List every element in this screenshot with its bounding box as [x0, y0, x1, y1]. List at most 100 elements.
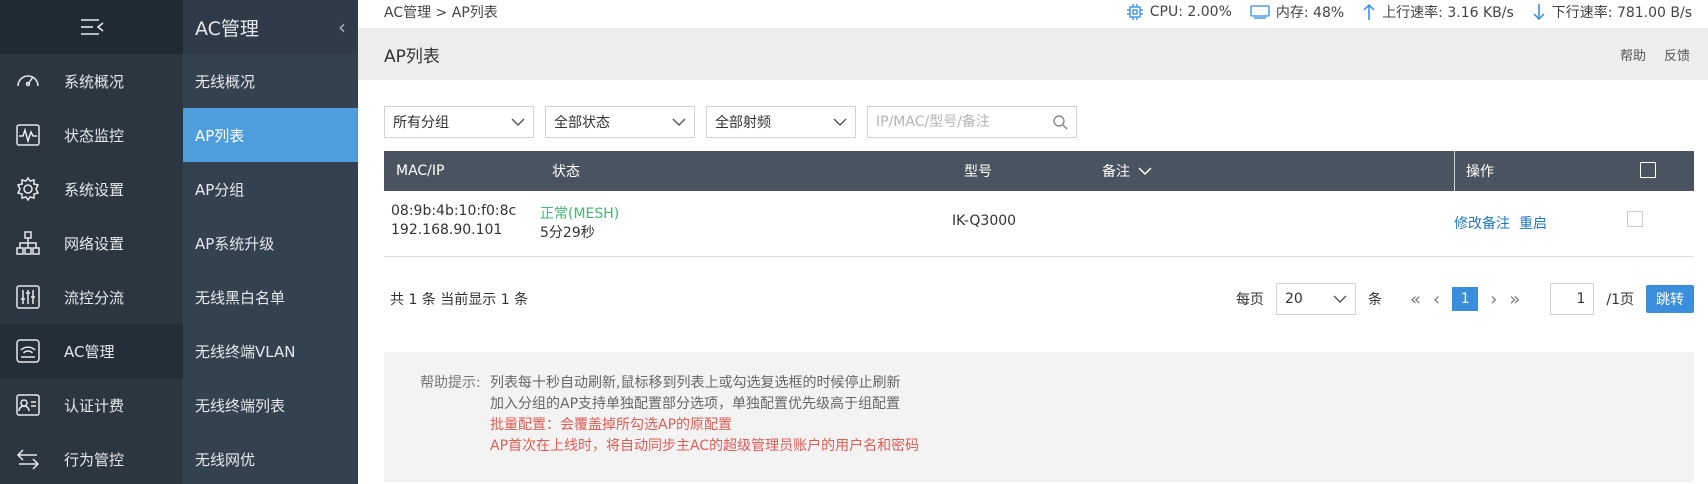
sub-sidebar: AC管理 ‹ 无线概况 AP列表 AP分组 AP系统升级 无线黑白名单 无线终端…	[183, 0, 358, 484]
subnav-item-vlan[interactable]: 无线终端VLAN	[183, 324, 358, 378]
band-select[interactable]: 全部射频	[706, 106, 856, 138]
sidebar-item-label: AC管理	[64, 342, 115, 361]
jump-page-value: 1	[1576, 291, 1586, 307]
per-page-select[interactable]: 20	[1275, 283, 1356, 315]
sidebar-item-auth[interactable]: 认证计费	[0, 378, 183, 432]
subnav-title: AC管理	[195, 17, 259, 40]
system-stats: CPU: 2.00% 内存: 48% 上行速率: 3.16 KB/s 下行速率:…	[1126, 2, 1708, 22]
chevron-down-icon	[672, 118, 686, 126]
prev-page-icon[interactable]: ‹	[1433, 289, 1440, 310]
row-uptime: 5分29秒	[540, 225, 595, 241]
next-page-icon[interactable]: ›	[1490, 289, 1497, 310]
per-page-unit: 条	[1367, 292, 1382, 308]
group-select-value: 所有分组	[393, 115, 449, 131]
subnav-item-label: 无线网优	[195, 450, 256, 469]
cpu-icon	[1126, 4, 1143, 20]
jump-page-input[interactable]: 1	[1550, 283, 1595, 315]
memory-stat: 内存: 48%	[1250, 2, 1344, 22]
sidebar-item-label: 系统概况	[64, 72, 125, 91]
jump-button[interactable]: 跳转	[1646, 285, 1694, 313]
reboot-link[interactable]: 重启	[1519, 213, 1547, 233]
memory-icon	[1250, 5, 1270, 19]
col-remark[interactable]: 备注	[1102, 161, 1152, 181]
select-all-checkbox[interactable]	[1640, 162, 1656, 182]
download-value: 下行速率: 781.00 B/s	[1551, 5, 1692, 21]
subnav-item-label: 无线终端列表	[195, 396, 286, 415]
sidebar-item-settings[interactable]: 系统设置	[0, 162, 183, 216]
sidebar-item-label: 网络设置	[64, 234, 125, 253]
ap-table: MAC/IP 状态 型号 备注 操作 08:9b:4b:10:f0:8c 192…	[384, 151, 1694, 257]
header-divider	[1454, 151, 1455, 191]
table-footer: 共 1 条 当前显示 1 条 每页 20 条 « ‹ 1 › » 1 /1页 跳…	[384, 282, 1694, 316]
subnav-item-label: AP系统升级	[195, 234, 275, 253]
breadcrumb: AC管理 > AP列表	[384, 5, 498, 21]
col-status: 状态	[552, 164, 580, 180]
sidebar-item-label: 行为管控	[64, 450, 125, 469]
result-summary: 共 1 条 当前显示 1 条	[390, 292, 529, 308]
pagination: 每页 20 条 « ‹ 1 › » 1 /1页 跳转	[1236, 283, 1694, 315]
help-warning: AP首次在上线时，将自动同步主AC的超级管理员账户的用户名和密码	[490, 438, 920, 454]
search-icon[interactable]	[1052, 114, 1068, 130]
row-model: IK-Q3000	[952, 213, 1017, 229]
sidebar-item-label: 系统设置	[64, 180, 125, 199]
help-panel: 帮助提示: 列表每十秒自动刷新,鼠标移到列表上或勾选复选框的时候停止刷新 加入分组…	[384, 352, 1694, 482]
sidebar-item-label: 流控分流	[64, 288, 125, 307]
subnav-item-ap-list[interactable]: AP列表	[183, 108, 358, 162]
help-label: 帮助提示:	[420, 375, 481, 391]
subnav-item-blackwhite[interactable]: 无线黑白名单	[183, 270, 358, 324]
help-link[interactable]: 帮助	[1620, 45, 1646, 64]
id-card-icon	[14, 391, 42, 419]
upload-stat: 上行速率: 3.16 KB/s	[1362, 2, 1514, 22]
subnav-item-wireless-overview[interactable]: 无线概况	[183, 54, 358, 108]
row-ip: 192.168.90.101	[391, 222, 503, 238]
col-mac-ip: MAC/IP	[396, 163, 445, 179]
first-page-icon[interactable]: «	[1410, 289, 1421, 310]
menu-toggle[interactable]	[0, 0, 183, 54]
arrow-up-icon	[1363, 3, 1375, 20]
subnav-header: AC管理 ‹	[183, 0, 358, 54]
sidebar-item-overview[interactable]: 系统概况	[0, 54, 183, 108]
current-page[interactable]: 1	[1452, 287, 1479, 311]
subnav-item-optimize[interactable]: 无线网优	[183, 432, 358, 484]
network-icon	[14, 229, 42, 257]
feedback-link[interactable]: 反馈	[1664, 45, 1690, 64]
status-select[interactable]: 全部状态	[545, 106, 695, 138]
wifi-router-icon	[14, 337, 42, 365]
checkbox[interactable]	[1640, 162, 1656, 178]
upload-value: 上行速率: 3.16 KB/s	[1382, 5, 1514, 21]
subnav-item-terminals[interactable]: 无线终端列表	[183, 378, 358, 432]
subnav-item-label: 无线黑白名单	[195, 288, 286, 307]
title-bar: AP列表 帮助 反馈	[358, 28, 1708, 80]
col-remark-label: 备注	[1102, 164, 1130, 180]
subnav-item-ap-group[interactable]: AP分组	[183, 162, 358, 216]
sidebar-item-network[interactable]: 网络设置	[0, 216, 183, 270]
table-row: 08:9b:4b:10:f0:8c 192.168.90.101 正常(MESH…	[384, 191, 1694, 257]
sidebar-item-behavior[interactable]: 行为管控	[0, 432, 183, 484]
edit-remark-link[interactable]: 修改备注	[1454, 213, 1510, 233]
per-page-label: 每页	[1235, 292, 1264, 308]
arrows-icon	[14, 445, 42, 473]
subnav-item-label: 无线概况	[195, 72, 256, 91]
row-checkbox[interactable]	[1627, 211, 1643, 231]
checkbox[interactable]	[1627, 211, 1643, 227]
subnav-item-label: 无线终端VLAN	[195, 342, 296, 361]
row-status: 正常(MESH)	[540, 206, 620, 222]
subnav-item-ap-upgrade[interactable]: AP系统升级	[183, 216, 358, 270]
group-select[interactable]: 所有分组	[384, 106, 534, 138]
gear-icon	[14, 175, 42, 203]
sidebar-item-monitor[interactable]: 状态监控	[0, 108, 183, 162]
last-page-icon[interactable]: »	[1509, 289, 1520, 310]
chevron-left-icon[interactable]: ‹	[338, 15, 346, 39]
sort-chevron-icon[interactable]	[1138, 166, 1152, 176]
sidebar-item-label: 认证计费	[64, 396, 125, 415]
search-box	[867, 106, 1077, 138]
cpu-stat: CPU: 2.00%	[1126, 3, 1232, 21]
sidebar-item-label: 状态监控	[64, 126, 125, 145]
sidebar-item-ac[interactable]: AC管理	[0, 324, 183, 378]
menu-collapse-icon[interactable]	[79, 17, 105, 37]
cpu-value: CPU: 2.00%	[1149, 4, 1232, 20]
per-page-value: 20	[1284, 291, 1303, 307]
search-input[interactable]	[876, 114, 1046, 130]
status-select-value: 全部状态	[554, 115, 610, 131]
sidebar-item-flow[interactable]: 流控分流	[0, 270, 183, 324]
